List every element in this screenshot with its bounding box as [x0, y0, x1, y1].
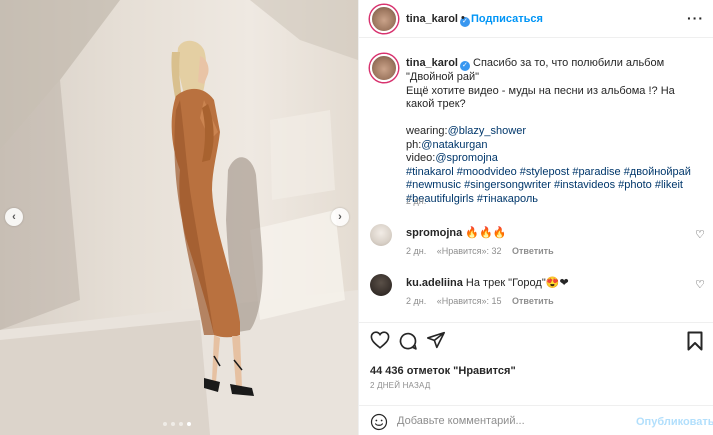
chevron-right-icon: › [338, 211, 342, 223]
post-date[interactable]: 2 ДНЕЙ НАЗАД [370, 381, 430, 390]
add-comment-bar: Опубликовать [359, 405, 713, 435]
post-photo[interactable]: ‹ › [0, 0, 358, 435]
photo-scene [0, 0, 358, 435]
more-options-icon[interactable]: ··· [687, 10, 704, 26]
hashtags-line-2[interactable]: #newmusic #singersongwriter #instavideos… [406, 179, 702, 193]
reply-button[interactable]: Ответить [512, 296, 554, 306]
like-heart-icon[interactable] [370, 331, 390, 352]
carousel-dot[interactable] [171, 422, 175, 426]
hashtags-line-1[interactable]: #tinakarol #moodvideo #stylepost #paradi… [406, 166, 702, 180]
comment-text: 🔥🔥🔥 [465, 227, 507, 239]
comment-likes[interactable]: «Нравится»: 15 [437, 296, 502, 306]
comment-text: На трек "Город"😍❤ [465, 277, 569, 289]
wearing-mention-link[interactable]: @blazy_shower [448, 125, 526, 137]
carousel-dot[interactable] [163, 422, 167, 426]
bookmark-icon[interactable] [687, 331, 703, 354]
next-photo-button[interactable]: › [331, 208, 349, 226]
share-send-icon[interactable] [426, 331, 446, 352]
previous-photo-button[interactable]: ‹ [5, 208, 23, 226]
comment-input[interactable] [397, 412, 627, 430]
caption-author-avatar[interactable] [370, 54, 398, 82]
comment-avatar[interactable] [370, 274, 392, 296]
comment-username[interactable]: spromojna [406, 227, 462, 239]
comment-body: spromojna 🔥🔥🔥 [406, 226, 506, 239]
verified-icon: ✓ [459, 61, 470, 71]
comment-time[interactable]: 2 дн. [406, 246, 426, 256]
post-sidebar: tina_karol ✓ • Подписаться ··· tina_karol… [358, 0, 713, 435]
caption-timestamp[interactable]: 2 дн. [406, 196, 426, 206]
comment-like-heart-icon[interactable]: ♡ [695, 278, 705, 291]
comment-likes[interactable]: «Нравится»: 32 [437, 246, 502, 256]
comment-time[interactable]: 2 дн. [406, 296, 426, 306]
comment-bubble-icon[interactable] [398, 331, 418, 354]
video-mention-link[interactable]: @spromojna [435, 152, 498, 164]
author-username[interactable]: tina_karol [406, 13, 458, 25]
follow-button[interactable]: Подписаться [471, 13, 543, 25]
caption-username[interactable]: tina_karol [406, 57, 458, 69]
post-header: tina_karol ✓ • Подписаться ··· [359, 0, 713, 38]
post-caption: tina_karol ✓ Спасибо за то, что полюбили … [406, 57, 702, 206]
post-actions: 44 436 отметок "Нравится" 2 ДНЕЙ НАЗАД О… [359, 322, 713, 435]
caption-line-2: Ещё хотите видео - муды на песни из альб… [406, 84, 675, 111]
comment-username[interactable]: ku.adeliina [406, 277, 463, 289]
reply-button[interactable]: Ответить [512, 246, 554, 256]
comment-meta: 2 дн. «Нравится»: 15 Ответить [406, 296, 562, 306]
photographer-mention-link[interactable]: @natakurgan [421, 139, 487, 151]
emoji-smile-icon[interactable] [370, 413, 388, 434]
comment-like-heart-icon[interactable]: ♡ [695, 228, 705, 241]
carousel-dot-active[interactable] [187, 422, 191, 426]
chevron-left-icon: ‹ [12, 211, 16, 223]
likes-count[interactable]: 44 436 отметок "Нравится" [370, 365, 516, 377]
comment-avatar[interactable] [370, 224, 392, 246]
wearing-label: wearing: [406, 125, 448, 137]
header-separator: • [461, 12, 465, 24]
hashtags-line-3[interactable]: #beautifulgirls #тінакароль [406, 193, 702, 207]
video-label: video: [406, 152, 436, 164]
carousel-dot[interactable] [179, 422, 183, 426]
comment-body: ku.adeliina На трек "Город"😍❤ [406, 276, 569, 289]
comment-meta: 2 дн. «Нравится»: 32 Ответить [406, 246, 562, 256]
publish-button[interactable]: Опубликовать [636, 416, 713, 428]
author-avatar[interactable] [370, 5, 398, 33]
carousel-dots [163, 422, 191, 426]
photographer-label: ph: [406, 138, 422, 151]
